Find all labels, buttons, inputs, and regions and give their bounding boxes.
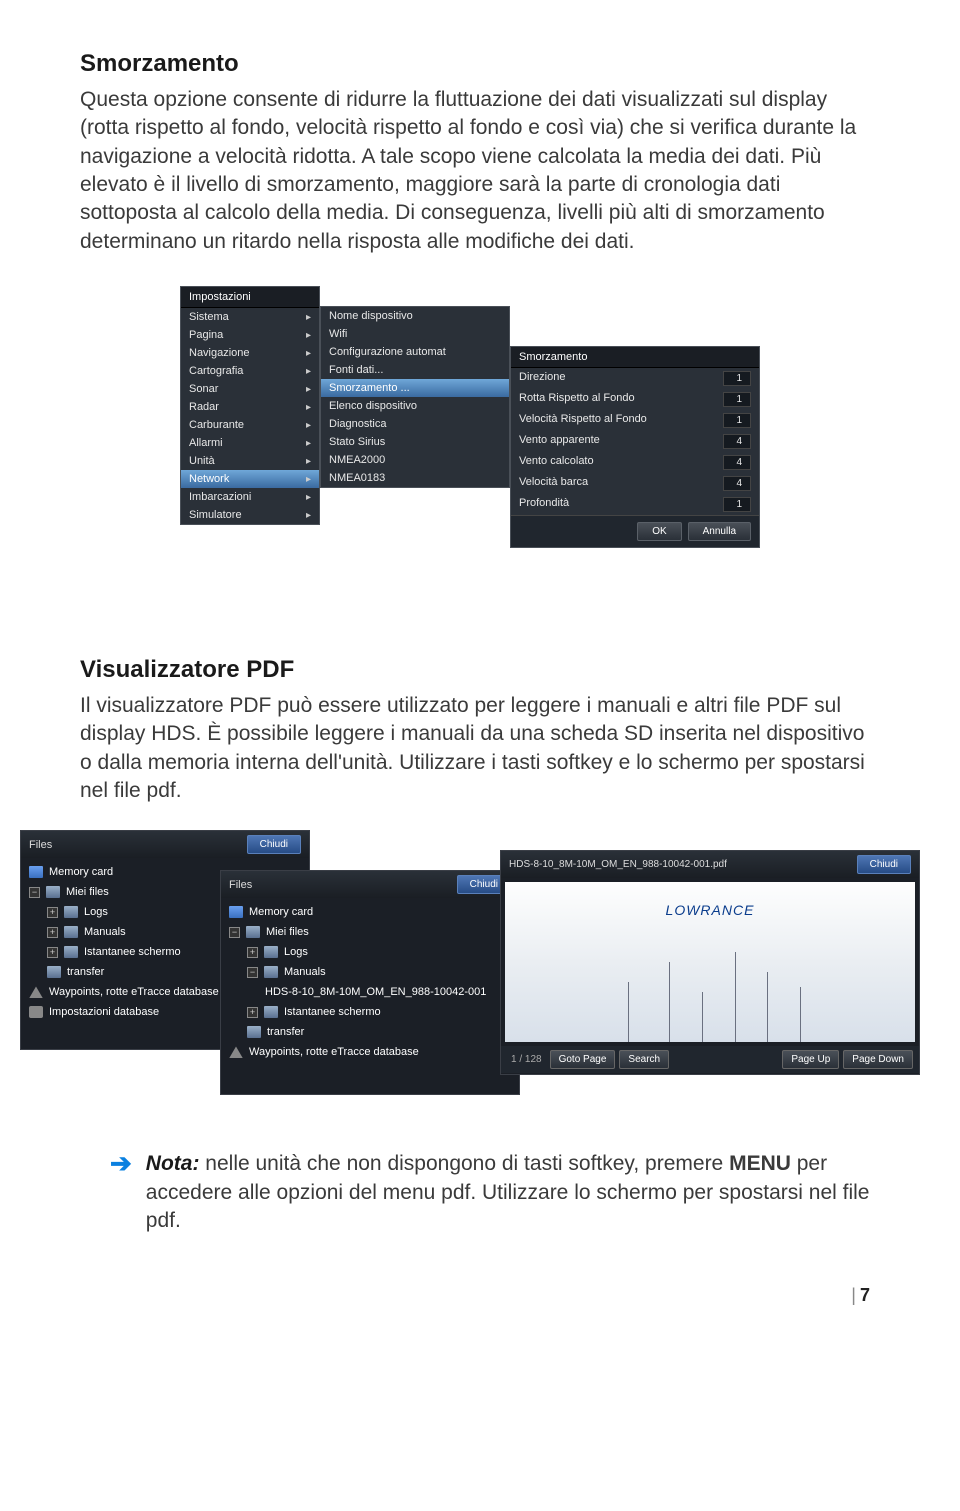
waypoint-icon [29,986,43,998]
menu-item[interactable]: Unità [181,452,319,470]
screenshot-settings-cascade: Impostazioni Sistema Pagina Navigazione … [80,286,870,586]
menu-item[interactable]: Sistema [181,308,319,326]
damping-dialog: Smorzamento Direzione1 Rotta Rispetto al… [510,346,760,548]
expander-icon[interactable]: − [247,967,258,978]
submenu-item[interactable]: Fonti dati... [321,361,509,379]
menu-item[interactable]: Pagina [181,326,319,344]
files-header-label: Files [29,839,52,851]
folder-icon [64,926,78,938]
settings-panel: Impostazioni Sistema Pagina Navigazione … [180,286,320,525]
page-footer: |7 [80,1285,870,1306]
screenshot-files-and-pdf: Files Chiudi Memory card −Miei files +Lo… [20,830,940,1110]
database-icon [29,1006,43,1018]
section-pdf-body: Il visualizzatore PDF può essere utilizz… [80,692,870,805]
menu-item[interactable]: Simulatore [181,506,319,524]
files-header-label: Files [229,879,252,891]
memory-card-icon [229,906,243,918]
tree-row[interactable]: −Miei files [221,922,519,942]
network-submenu-panel: Nome dispositivo Wifi Configurazione aut… [320,306,510,488]
memory-card-icon [29,866,43,878]
submenu-item[interactable]: NMEA2000 [321,451,509,469]
damping-row[interactable]: Rotta Rispetto al Fondo1 [511,389,759,410]
folder-icon [47,966,61,978]
expander-icon[interactable]: + [47,927,58,938]
section-damping-body: Questa opzione consente di ridurre la fl… [80,86,870,256]
damping-row[interactable]: Velocità Rispetto al Fondo1 [511,410,759,431]
expander-icon[interactable]: + [247,947,258,958]
menu-item[interactable]: Radar [181,398,319,416]
damping-dialog-header: Smorzamento [511,347,759,368]
folder-icon [64,906,78,918]
goto-page-button[interactable]: Goto Page [550,1050,616,1069]
damping-row[interactable]: Vento calcolato4 [511,452,759,473]
tree-row[interactable]: transfer [221,1022,519,1042]
submenu-item[interactable]: Nome dispositivo [321,307,509,325]
expander-icon[interactable]: + [47,947,58,958]
pdf-viewer-panel: HDS-8-10_8M-10M_OM_EN_988-10042-001.pdf … [500,850,920,1075]
expander-icon[interactable]: + [247,1007,258,1018]
menu-item[interactable]: Cartografia [181,362,319,380]
menu-item[interactable]: Carburante [181,416,319,434]
folder-icon [46,886,60,898]
nota-text-1: nelle unità che non dispongono di tasti … [199,1152,729,1175]
menu-item[interactable]: Sonar [181,380,319,398]
damping-row[interactable]: Vento apparente4 [511,431,759,452]
menu-item[interactable]: Navigazione [181,344,319,362]
folder-icon [246,926,260,938]
cancel-button[interactable]: Annulla [688,522,751,541]
folder-icon [264,966,278,978]
settings-header: Impostazioni [181,287,319,308]
submenu-item[interactable]: Wifi [321,325,509,343]
damping-row[interactable]: Profondità1 [511,494,759,515]
tree-row[interactable]: +Istantanee schermo [221,1002,519,1022]
page-down-button[interactable]: Page Down [843,1050,913,1069]
tree-row[interactable]: Waypoints, rotte eTracce database [221,1042,519,1062]
page-up-button[interactable]: Page Up [782,1050,839,1069]
close-button[interactable]: Chiudi [857,855,911,874]
section-damping-title: Smorzamento [80,50,870,78]
page-number-indicator: 1 / 128 [507,1054,546,1065]
search-button[interactable]: Search [619,1050,669,1069]
expander-icon[interactable]: − [29,887,40,898]
tree-row[interactable]: +Logs [221,942,519,962]
submenu-item[interactable]: Elenco dispositivo [321,397,509,415]
files-panel-2: Files Chiudi Memory card −Miei files +Lo… [220,870,520,1095]
section-pdf-title: Visualizzatore PDF [80,656,870,684]
nota-label: Nota: [146,1152,200,1175]
arrow-right-icon: ➔ [110,1150,132,1176]
tree-row[interactable]: −Manuals [221,962,519,982]
folder-icon [264,946,278,958]
tree-row[interactable]: Memory card [221,902,519,922]
expander-icon[interactable]: + [47,907,58,918]
pdf-page-area[interactable]: LOWRANCE [505,882,915,1042]
folder-icon [247,1026,261,1038]
pdf-file-title: HDS-8-10_8M-10M_OM_EN_988-10042-001.pdf [509,859,727,870]
menu-item[interactable]: Allarmi [181,434,319,452]
menu-item[interactable]: Network [181,470,319,488]
folder-icon [64,946,78,958]
submenu-item[interactable]: Diagnostica [321,415,509,433]
nota-block: ➔ Nota: nelle unità che non dispongono d… [80,1150,870,1235]
lowrance-logo: LOWRANCE [666,902,755,918]
submenu-item[interactable]: Smorzamento ... [321,379,509,397]
expander-icon[interactable]: − [229,927,240,938]
folder-icon [264,1006,278,1018]
submenu-item[interactable]: NMEA0183 [321,469,509,487]
ok-button[interactable]: OK [637,522,681,541]
submenu-item[interactable]: Configurazione automat [321,343,509,361]
close-button[interactable]: Chiudi [247,835,301,854]
nota-menu-word: MENU [729,1152,791,1175]
damping-row[interactable]: Direzione1 [511,368,759,389]
submenu-item[interactable]: Stato Sirius [321,433,509,451]
waypoint-icon [229,1046,243,1058]
menu-item[interactable]: Imbarcazioni [181,488,319,506]
tree-row[interactable]: HDS-8-10_8M-10M_OM_EN_988-10042-001 [221,982,519,1002]
damping-row[interactable]: Velocità barca4 [511,473,759,494]
